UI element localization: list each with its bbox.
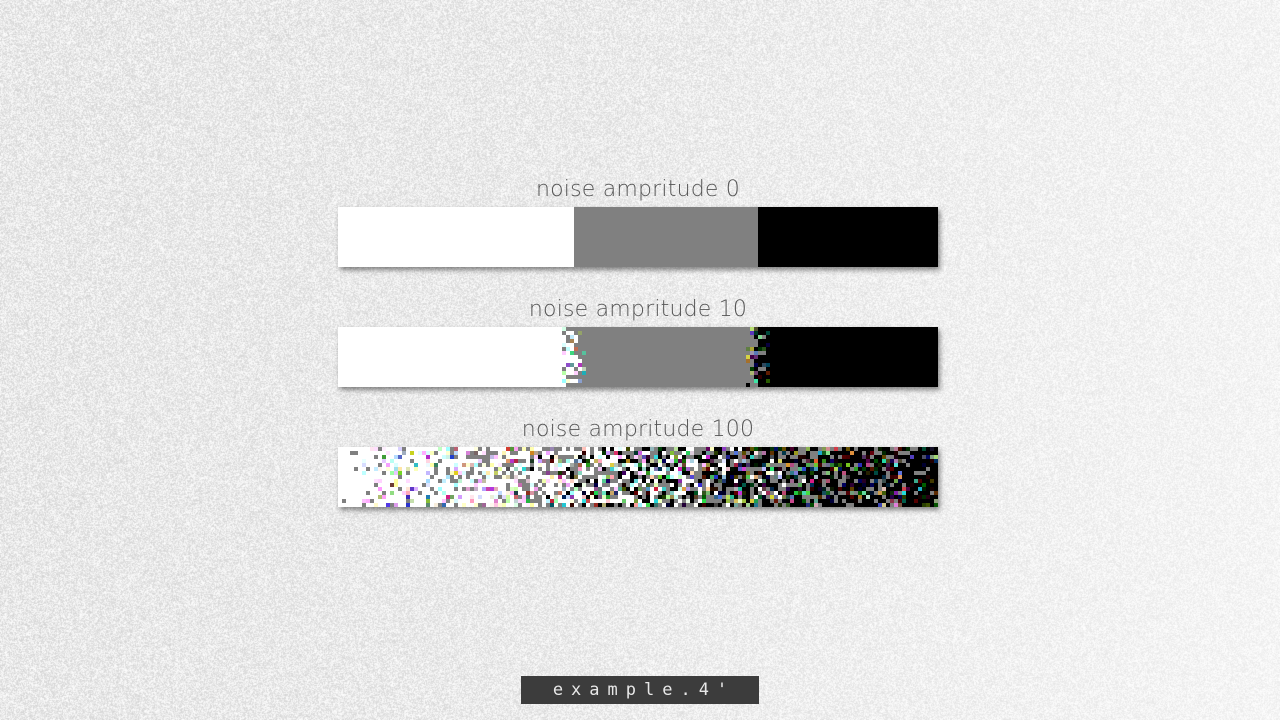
- noise-demo-label: noise ampritude 0: [536, 177, 740, 202]
- noise-demo-label: noise ampritude 10: [528, 297, 748, 322]
- gradient-strip: [338, 207, 938, 267]
- noise-strip-canvas: [338, 207, 938, 267]
- example-badge: example.4': [521, 676, 759, 704]
- gradient-strip: [338, 327, 938, 387]
- noise-strip-canvas: [338, 447, 938, 507]
- noise-demo-label: noise ampritude 100: [521, 417, 755, 442]
- noise-strip-canvas: [338, 327, 938, 387]
- gradient-strip: [338, 447, 938, 507]
